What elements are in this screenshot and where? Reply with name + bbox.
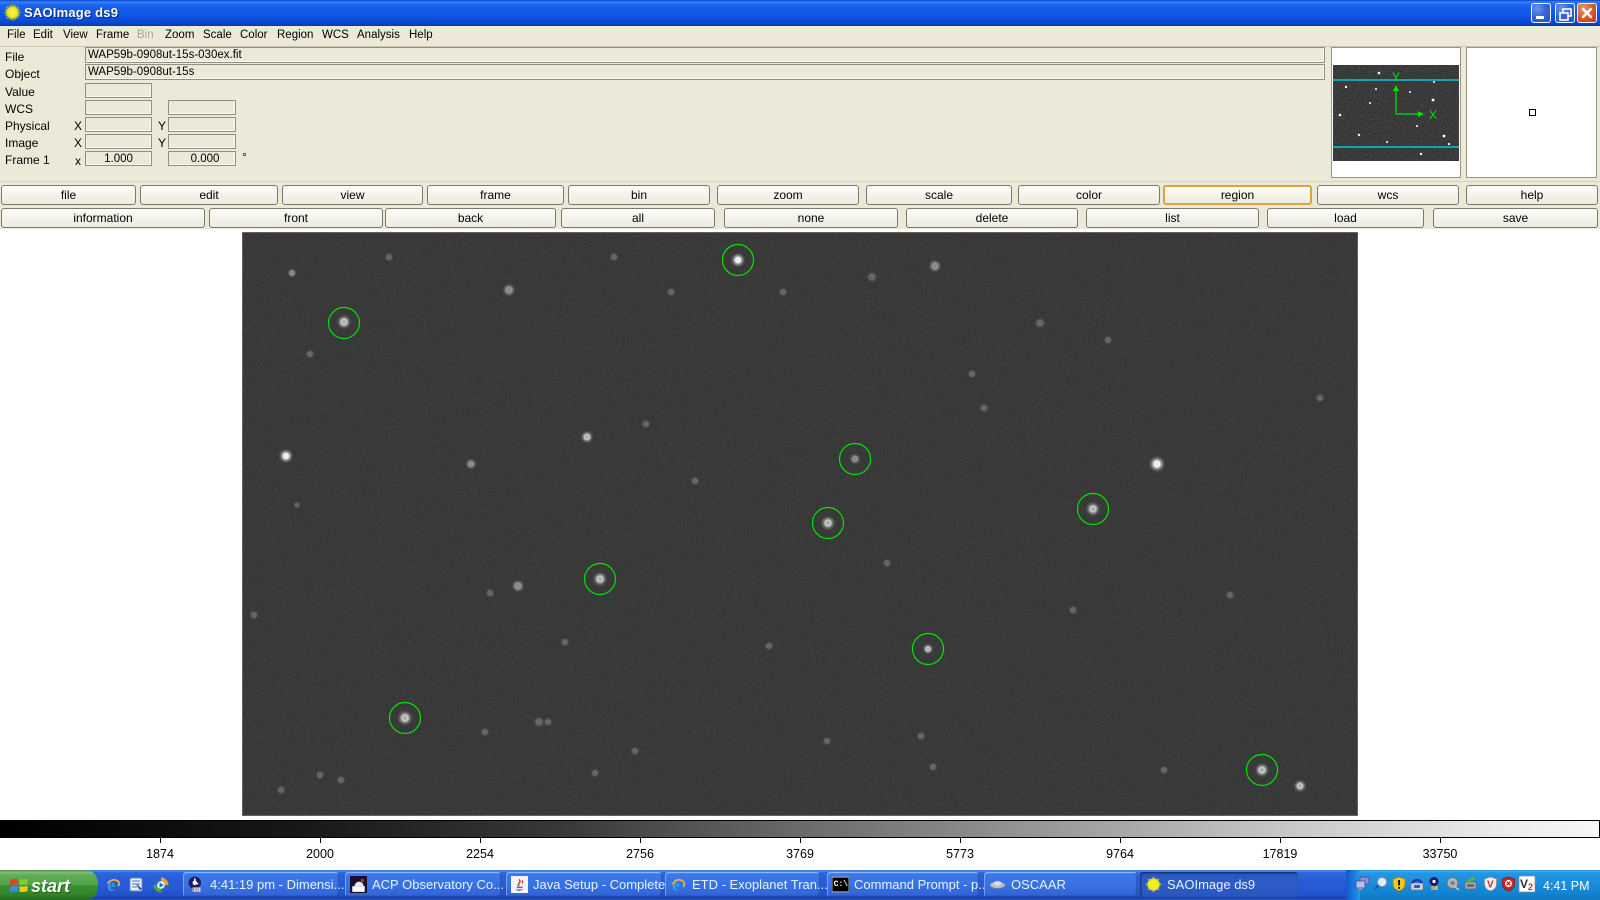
svg-text:2: 2 — [1528, 882, 1533, 892]
svg-text:X: X — [1429, 108, 1437, 122]
svg-text:e: e — [107, 876, 115, 894]
svg-text:V: V — [1520, 877, 1528, 891]
svg-text:C:\: C:\ — [834, 880, 849, 889]
svg-text:start: start — [31, 876, 71, 896]
svg-text:Y: Y — [1392, 70, 1400, 84]
svg-text:V: V — [1487, 880, 1494, 891]
